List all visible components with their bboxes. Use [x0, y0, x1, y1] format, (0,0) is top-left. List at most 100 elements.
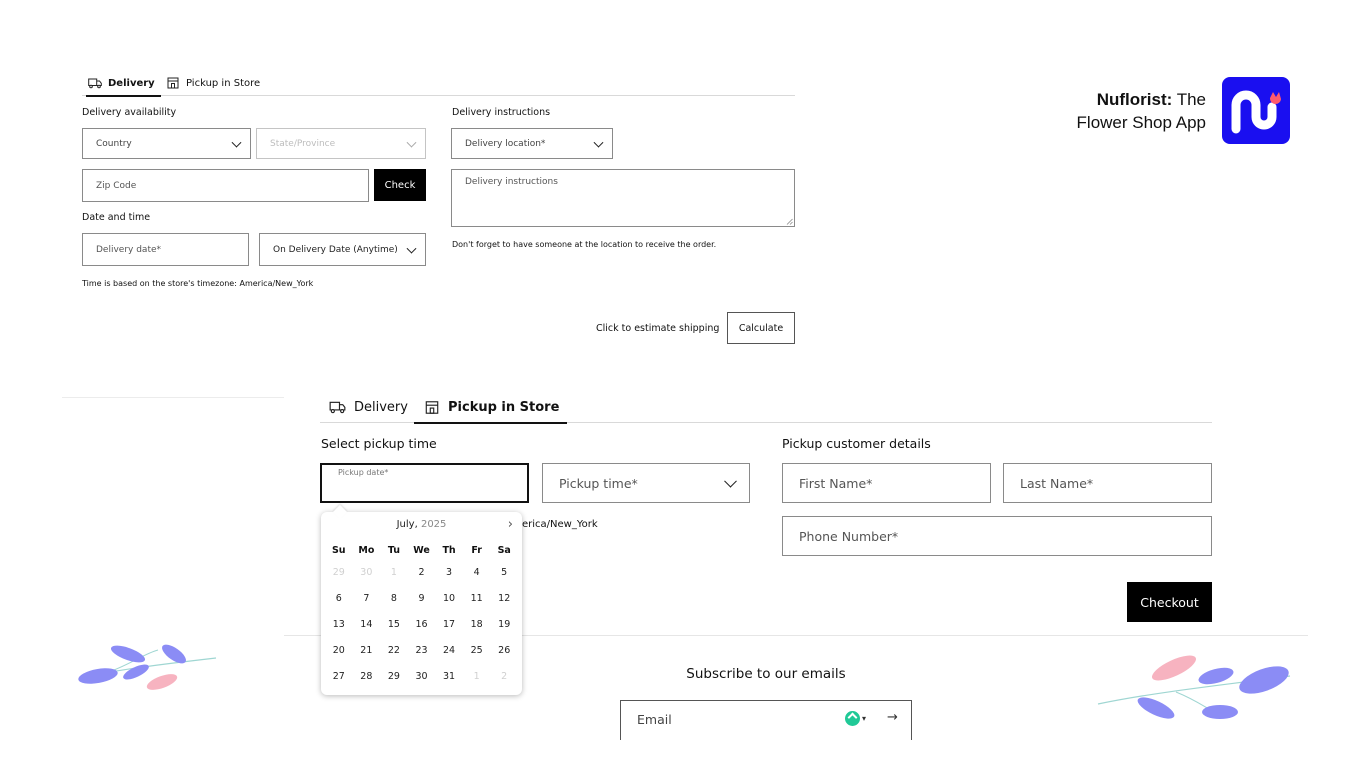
calendar-day[interactable]: 13 [325, 617, 353, 643]
pickup-customer-label: Pickup customer details [782, 436, 931, 451]
calendar-day[interactable]: 26 [490, 643, 518, 669]
calendar-day[interactable]: 6 [325, 591, 353, 617]
last-name-placeholder: Last Name* [1020, 475, 1094, 491]
calendar-day[interactable]: 11 [463, 591, 491, 617]
brand-name: Nuflorist: [1096, 90, 1173, 109]
delivery-location-placeholder: Delivery location* [465, 138, 546, 149]
tab-pickup-in-store[interactable]: Pickup in Store [166, 74, 260, 92]
weekday-header: Sa [497, 545, 511, 556]
check-button[interactable]: Check [374, 169, 426, 201]
calendar-day[interactable]: 7 [353, 591, 381, 617]
first-name-input[interactable]: First Name* [782, 463, 991, 503]
delivery-instructions-textarea[interactable]: Delivery instructions [451, 169, 795, 227]
calendar-day[interactable]: 17 [435, 617, 463, 643]
calendar-day[interactable]: 14 [353, 617, 381, 643]
tab-delivery[interactable]: Delivery [329, 397, 408, 417]
calendar-day[interactable]: 8 [380, 591, 408, 617]
calendar-day[interactable]: 18 [463, 617, 491, 643]
truck-icon [329, 401, 346, 414]
calendar-day[interactable]: 31 [435, 669, 463, 695]
calendar-day[interactable]: 12 [490, 591, 518, 617]
tab-delivery[interactable]: Delivery [86, 74, 161, 97]
pickup-date-input[interactable]: Pickup date* [320, 463, 529, 503]
calendar-day[interactable]: 5 [490, 565, 518, 591]
brand-title: Nuflorist: The Flower Shop App [1077, 88, 1206, 134]
delivery-availability-label: Delivery availability [82, 107, 177, 118]
delivery-tabs-small: Delivery Pickup in Store [82, 72, 795, 97]
state-select[interactable]: State/Province [256, 128, 426, 159]
check-button-label: Check [384, 179, 416, 191]
delivery-location-select[interactable]: Delivery location* [451, 128, 613, 159]
pickup-date-float-label: Pickup date* [338, 468, 389, 477]
brand-logo [1222, 77, 1290, 144]
leaf-decoration-left [78, 644, 217, 690]
truck-icon [88, 78, 102, 89]
chevron-down-icon [231, 137, 242, 148]
calendar-month: July, [396, 519, 418, 530]
calendar-day[interactable]: 23 [408, 643, 436, 669]
weekday-header: Tu [387, 545, 401, 556]
calendar-month-year: July, 2025 [321, 519, 522, 530]
calendar-day[interactable]: 2 [408, 565, 436, 591]
calendar-day[interactable]: 24 [435, 643, 463, 669]
store-icon [425, 400, 439, 414]
checkout-button[interactable]: Checkout [1127, 582, 1212, 622]
calendar-day[interactable]: 25 [463, 643, 491, 669]
last-name-input[interactable]: Last Name* [1003, 463, 1212, 503]
calendar-day[interactable]: 3 [435, 565, 463, 591]
calendar-day[interactable]: 21 [353, 643, 381, 669]
state-placeholder: State/Province [270, 138, 336, 149]
delivery-date-input[interactable]: Delivery date* [82, 233, 249, 266]
calendar-day[interactable]: 29 [380, 669, 408, 695]
delivery-date-placeholder: Delivery date* [96, 244, 162, 255]
delivery-time-select[interactable]: On Delivery Date (Anytime) [259, 233, 426, 266]
calendar-day[interactable]: 28 [353, 669, 381, 695]
subscribe-title: Subscribe to our emails [686, 666, 846, 682]
delivery-instructions-label: Delivery instructions [452, 107, 551, 118]
delivery-tabs-large: Delivery Pickup in Store [320, 392, 1212, 424]
estimate-shipping-prompt: Click to estimate shipping [596, 323, 720, 334]
calendar-day[interactable]: 19 [490, 617, 518, 643]
brand-tagline-2: Flower Shop App [1076, 113, 1206, 132]
resize-handle-icon[interactable] [786, 218, 793, 225]
calendar-day[interactable]: 30 [408, 669, 436, 695]
timezone-note: Time is based on the store's timezone: A… [82, 279, 314, 288]
country-select[interactable]: Country [82, 128, 251, 159]
calendar-day[interactable]: 10 [435, 591, 463, 617]
calendar-day: 30 [360, 567, 373, 578]
calendar-day[interactable]: 16 [408, 617, 436, 643]
weekday-header: Su [331, 545, 346, 556]
tab-delivery-label: Delivery [354, 399, 408, 415]
tab-pickup-label: Pickup in Store [448, 399, 560, 415]
zip-code-input[interactable]: Zip Code [82, 169, 369, 202]
calculate-button[interactable]: Calculate [727, 312, 795, 344]
leaf-decoration-right [1097, 655, 1291, 719]
chevron-down-icon [724, 474, 737, 488]
chevron-right-icon[interactable]: › [508, 517, 513, 532]
arrow-right-icon[interactable]: → [887, 710, 898, 725]
calendar-day[interactable]: 15 [380, 617, 408, 643]
weekday-header: Fr [471, 545, 482, 556]
brand-tagline-1: The [1176, 90, 1206, 109]
phone-number-input[interactable]: Phone Number* [782, 516, 1212, 556]
calendar-day: 29 [332, 567, 345, 578]
checkout-button-label: Checkout [1140, 594, 1199, 610]
calendar-day[interactable]: 4 [463, 565, 491, 591]
calendar-year: 2025 [420, 519, 447, 530]
calendar-day[interactable]: 9 [408, 591, 436, 617]
pickup-timezone-note: erica/New_York [522, 519, 598, 530]
tab-pickup-label: Pickup in Store [186, 77, 261, 89]
password-manager-icon[interactable]: ▾ [845, 710, 875, 726]
pickup-time-placeholder: Pickup time* [559, 475, 638, 491]
calendar-day: 2 [501, 671, 508, 682]
calendar-day[interactable]: 27 [325, 669, 353, 695]
pickup-time-select[interactable]: Pickup time* [542, 463, 750, 503]
weekday-header: Th [442, 545, 456, 556]
chevron-down-icon [406, 137, 417, 148]
calendar-day[interactable]: 22 [380, 643, 408, 669]
chevron-down-icon [593, 137, 604, 148]
tab-delivery-label: Delivery [108, 77, 155, 89]
tab-pickup-in-store[interactable]: Pickup in Store [413, 397, 568, 424]
email-input[interactable]: Email ▾ → [620, 700, 912, 740]
calendar-day[interactable]: 20 [325, 643, 353, 669]
